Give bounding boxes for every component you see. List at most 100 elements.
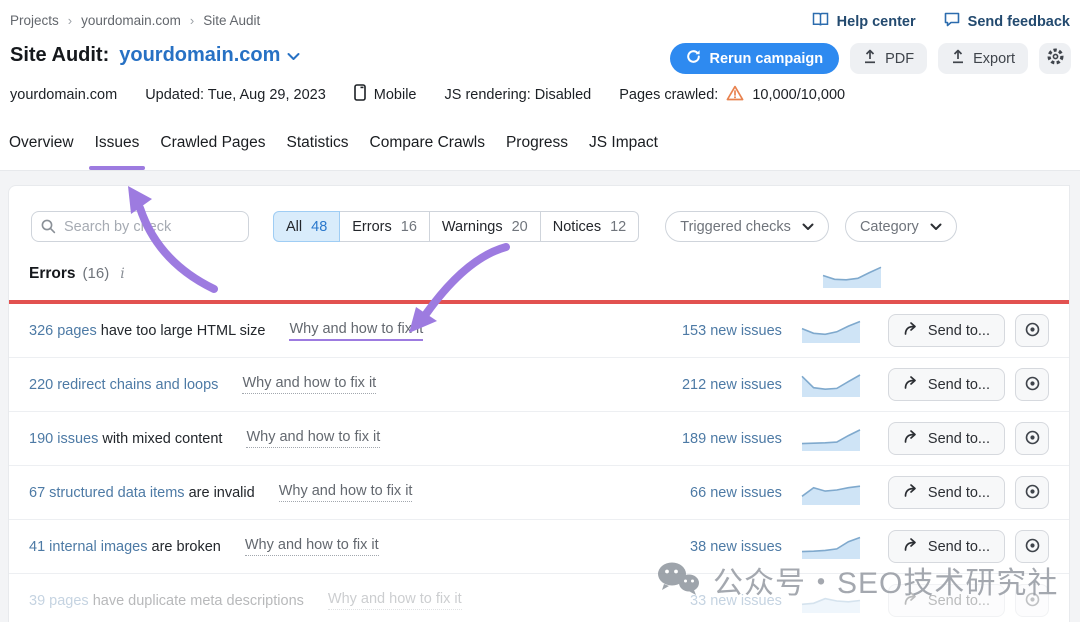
tab-crawled-pages[interactable]: Crawled Pages: [159, 132, 266, 170]
triggered-checks-label: Triggered checks: [680, 219, 791, 235]
tab-statistics[interactable]: Statistics: [286, 132, 350, 170]
hide-issue-button[interactable]: [1015, 530, 1049, 563]
send-feedback-label: Send feedback: [968, 14, 1070, 30]
issue-description: 190 issues with mixed content: [29, 431, 222, 447]
why-how-to-fix-link[interactable]: Why and how to fix it: [279, 483, 413, 502]
tab-progress[interactable]: Progress: [505, 132, 569, 170]
info-icon[interactable]: i: [120, 266, 124, 282]
breadcrumb-item[interactable]: yourdomain.com: [81, 13, 181, 28]
hide-issue-button[interactable]: [1015, 422, 1049, 455]
feedback-icon: [944, 12, 960, 31]
send-to-button[interactable]: Send to...: [888, 422, 1005, 455]
issue-description: 39 pages have duplicate meta description…: [29, 593, 304, 609]
new-issues-link[interactable]: 153 new issues: [662, 323, 782, 339]
settings-button[interactable]: [1039, 43, 1071, 74]
breadcrumb: Projects›yourdomain.com›Site Audit: [10, 13, 260, 28]
issue-count-link[interactable]: 39 pages: [29, 593, 89, 609]
eye-icon: [1024, 591, 1041, 611]
segment-count: 48: [311, 219, 327, 235]
pdf-button[interactable]: PDF: [850, 43, 927, 74]
meta-device: Mobile: [354, 84, 417, 105]
send-to-button[interactable]: Send to...: [888, 530, 1005, 563]
meta-updated: Updated: Tue, Aug 29, 2023: [145, 87, 326, 103]
search-input[interactable]: [31, 211, 249, 242]
issue-row: 220 redirect chains and loops Why and how…: [9, 358, 1069, 412]
new-issues-link[interactable]: 66 new issues: [662, 485, 782, 501]
issue-trend-sparkline: [800, 587, 862, 615]
tab-js-impact[interactable]: JS Impact: [588, 132, 659, 170]
breadcrumb-item[interactable]: Projects: [10, 13, 59, 28]
breadcrumb-item[interactable]: Site Audit: [203, 13, 260, 28]
meta-js-rendering: JS rendering: Disabled: [445, 87, 592, 103]
segment-count: 16: [401, 219, 417, 235]
send-to-button[interactable]: Send to...: [888, 476, 1005, 509]
campaign-domain: yourdomain.com: [119, 44, 280, 67]
issue-trend-sparkline: [800, 317, 862, 345]
hide-issue-button[interactable]: [1015, 584, 1049, 617]
pages-crawled-label: Pages crawled:: [619, 87, 718, 103]
why-how-to-fix-link[interactable]: Why and how to fix it: [242, 375, 376, 394]
hide-issue-button[interactable]: [1015, 314, 1049, 347]
issue-count-link[interactable]: 326 pages: [29, 323, 97, 339]
send-to-button[interactable]: Send to...: [888, 314, 1005, 347]
category-dropdown[interactable]: Category: [845, 211, 957, 242]
export-label: Export: [973, 51, 1015, 67]
why-how-to-fix-link[interactable]: Why and how to fix it: [245, 537, 379, 556]
segment-label: Notices: [553, 219, 601, 235]
export-button[interactable]: Export: [938, 43, 1028, 74]
send-to-button[interactable]: Send to...: [888, 368, 1005, 401]
hide-issue-button[interactable]: [1015, 476, 1049, 509]
why-how-to-fix-link[interactable]: Why and how to fix it: [328, 591, 462, 610]
new-issues-link[interactable]: 189 new issues: [662, 431, 782, 447]
new-issues-link[interactable]: 38 new issues: [662, 539, 782, 555]
issue-row: 39 pages have duplicate meta description…: [9, 574, 1069, 622]
send-to-label: Send to...: [928, 377, 990, 393]
issue-trend-sparkline: [800, 425, 862, 453]
segment-errors[interactable]: Errors16: [339, 211, 430, 242]
triggered-checks-dropdown[interactable]: Triggered checks: [665, 211, 829, 242]
new-issues-link[interactable]: 33 new issues: [662, 593, 782, 609]
send-arrow-icon: [903, 375, 919, 394]
issue-trend-sparkline: [800, 371, 862, 399]
send-to-button[interactable]: Send to...: [888, 584, 1005, 617]
why-how-to-fix-link[interactable]: Why and how to fix it: [289, 321, 423, 341]
category-label: Category: [860, 219, 919, 235]
issue-count-link[interactable]: 41 internal images: [29, 539, 148, 555]
tab-issues[interactable]: Issues: [94, 132, 141, 170]
top-links: Help center Send feedback: [812, 12, 1070, 31]
page-title-label: Site Audit:: [10, 44, 109, 67]
send-arrow-icon: [903, 321, 919, 340]
page-title: Site Audit: yourdomain.com: [10, 44, 300, 67]
search-box: [31, 211, 249, 242]
help-center-link[interactable]: Help center: [812, 12, 916, 31]
hide-issue-button[interactable]: [1015, 368, 1049, 401]
segment-label: Warnings: [442, 219, 503, 235]
eye-icon: [1024, 429, 1041, 449]
why-how-to-fix-link[interactable]: Why and how to fix it: [246, 429, 380, 448]
gear-icon: [1046, 47, 1065, 70]
issue-count-link[interactable]: 190 issues: [29, 431, 98, 447]
tab-compare-crawls[interactable]: Compare Crawls: [369, 132, 486, 170]
segment-count: 20: [512, 219, 528, 235]
issue-row: 190 issues with mixed content Why and how…: [9, 412, 1069, 466]
eye-icon: [1024, 375, 1041, 395]
issue-count-link[interactable]: 67 structured data items: [29, 485, 185, 501]
pdf-label: PDF: [885, 51, 914, 67]
meta-pages-crawled: Pages crawled: 10,000/10,000: [619, 85, 845, 105]
segment-all[interactable]: All48: [273, 211, 340, 242]
send-feedback-link[interactable]: Send feedback: [944, 12, 1070, 31]
segment-count: 12: [610, 219, 626, 235]
new-issues-link[interactable]: 212 new issues: [662, 377, 782, 393]
search-icon: [40, 218, 57, 240]
issue-description: 326 pages have too large HTML size: [29, 323, 265, 339]
tab-overview[interactable]: Overview: [8, 132, 75, 170]
segment-notices[interactable]: Notices 12: [540, 211, 640, 242]
errors-section-title: Errors: [29, 265, 76, 283]
issue-row: 67 structured data items are invalidWhy …: [9, 466, 1069, 520]
issue-count-link[interactable]: 220 redirect chains and loops: [29, 377, 218, 393]
site-audit-page: Projects›yourdomain.com›Site Audit Help …: [0, 0, 1080, 622]
warning-icon[interactable]: [726, 85, 744, 105]
campaign-selector[interactable]: yourdomain.com: [119, 44, 300, 67]
rerun-campaign-button[interactable]: Rerun campaign: [670, 43, 839, 74]
segment-warnings[interactable]: Warnings 20: [429, 211, 541, 242]
